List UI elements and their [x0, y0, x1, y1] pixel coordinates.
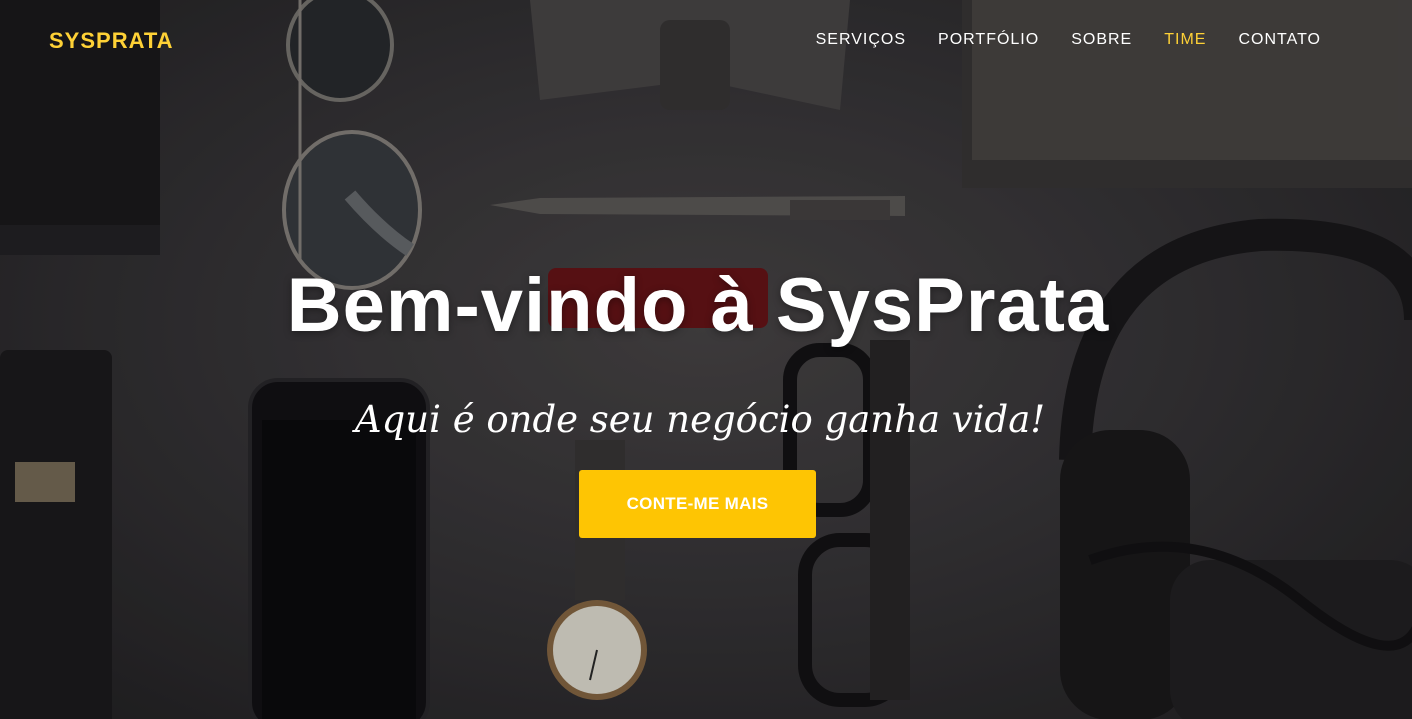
brand-logo[interactable]: SYSPRATA	[49, 28, 174, 54]
hero-title: Bem-vindo à SysPrata	[286, 263, 1110, 348]
nav-link-portfolio[interactable]: PORTFÓLIO	[922, 31, 1055, 49]
nav-link-servicos[interactable]: SERVIÇOS	[800, 31, 922, 49]
nav-item-time: TIME	[1148, 31, 1222, 49]
nav-link-contato[interactable]: CONTATO	[1222, 31, 1337, 49]
navbar: SYSPRATA SERVIÇOS PORTFÓLIO SOBRE TIME C…	[0, 0, 1412, 84]
nav-menu: SERVIÇOS PORTFÓLIO SOBRE TIME CONTATO	[800, 31, 1337, 49]
nav-link-sobre[interactable]: SOBRE	[1055, 31, 1148, 49]
nav-item-contato: CONTATO	[1222, 31, 1337, 49]
hero-subtitle: Aqui é onde seu negócio ganha vida!	[354, 398, 1046, 441]
hero-overlay	[0, 0, 1412, 719]
nav-item-servicos: SERVIÇOS	[800, 31, 922, 49]
cta-button[interactable]: CONTE-ME MAIS	[579, 470, 816, 538]
nav-item-portfolio: PORTFÓLIO	[922, 31, 1055, 49]
hero-section: SYSPRATA SERVIÇOS PORTFÓLIO SOBRE TIME C…	[0, 0, 1412, 719]
nav-item-sobre: SOBRE	[1055, 31, 1148, 49]
nav-link-time[interactable]: TIME	[1148, 31, 1222, 49]
